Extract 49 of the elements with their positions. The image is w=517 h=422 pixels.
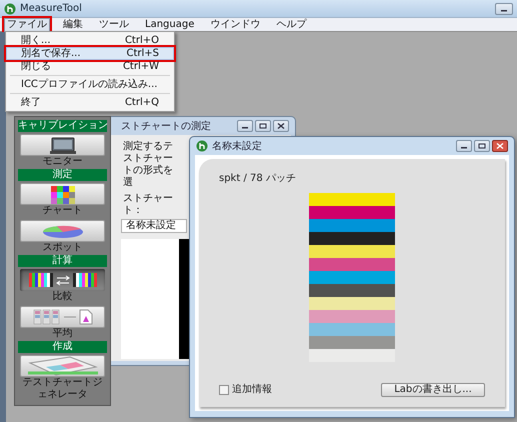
input-field[interactable]: 名称未設定 xyxy=(121,219,187,233)
minimize-button[interactable] xyxy=(237,120,253,132)
minimize-button[interactable] xyxy=(495,2,513,14)
maximize-icon xyxy=(478,143,486,149)
tool-label: 比較 xyxy=(52,291,74,303)
tool-label: チャート xyxy=(42,205,84,217)
checkbox[interactable] xyxy=(219,384,229,394)
menu-item[interactable]: 閉じる Ctrl+W xyxy=(6,60,174,73)
tool-button[interactable] xyxy=(20,134,105,156)
tool-label: モニター xyxy=(42,156,84,168)
section-header: 計算 xyxy=(18,255,107,267)
maximize-icon xyxy=(259,123,267,129)
window-title: ストチャートの測定 xyxy=(121,120,212,134)
menu-item[interactable]: ヘルプ xyxy=(273,18,310,32)
tool-label: テストチャートジェネレータ xyxy=(22,377,104,401)
menu-item[interactable]: Language xyxy=(142,18,198,32)
close-icon xyxy=(496,143,504,149)
menu-item[interactable]: ウインドウ xyxy=(207,18,264,32)
export-button[interactable]: Labの書き出し... xyxy=(381,382,485,396)
average-icon xyxy=(32,308,94,326)
patch-info: spkt / 78 パッチ xyxy=(219,173,297,185)
window-title: MeasureTool xyxy=(20,2,82,16)
tool-button[interactable] xyxy=(20,269,105,291)
menu-item[interactable]: 編集 xyxy=(60,18,86,32)
chart-sheet-icon xyxy=(26,355,100,377)
section-header: キャリブレイション xyxy=(18,120,107,132)
menu-item[interactable]: ファイル xyxy=(4,18,50,32)
section-header: 作成 xyxy=(18,341,107,353)
section-header: 測定 xyxy=(18,169,107,181)
menu-item[interactable]: ICCプロファイルの読み込み... xyxy=(6,78,174,91)
menu-item[interactable]: 終了 Ctrl+Q xyxy=(6,96,174,109)
menu-item[interactable]: 別名で保存... Ctrl+S xyxy=(6,47,174,60)
instruction-text: 測定するテストチャートの形式を選 xyxy=(123,141,174,189)
minimize-button[interactable] xyxy=(456,140,472,152)
menu-item[interactable]: ツール xyxy=(96,18,132,32)
menu-item[interactable]: 開く... Ctrl+O xyxy=(6,34,174,47)
app-icon xyxy=(196,140,208,152)
maximize-button[interactable] xyxy=(474,140,490,152)
tool-label: 平均 xyxy=(52,328,74,340)
field-label: ストチャート： xyxy=(123,193,174,217)
checkbox-label: 追加情報 xyxy=(232,382,272,397)
close-button[interactable] xyxy=(273,120,289,132)
window-title: 名称未設定 xyxy=(212,140,263,154)
maximize-button[interactable] xyxy=(255,120,271,132)
tool-label: スポット xyxy=(42,242,84,254)
close-button[interactable] xyxy=(492,140,508,152)
compare-icon xyxy=(26,271,98,289)
close-icon xyxy=(277,123,285,129)
app-icon xyxy=(4,2,16,14)
